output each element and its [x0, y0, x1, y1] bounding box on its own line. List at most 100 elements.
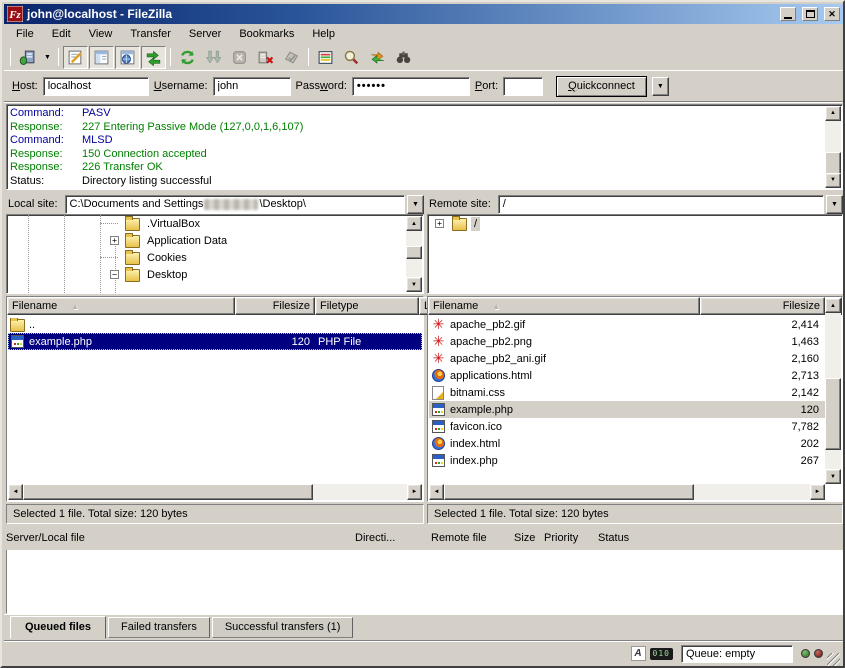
- find-files-button[interactable]: [391, 46, 416, 69]
- transfer-type-ascii-icon[interactable]: A: [631, 646, 646, 661]
- collapse-icon[interactable]: −: [110, 270, 119, 279]
- file-row[interactable]: applications.html 2,713: [429, 367, 825, 384]
- file-row[interactable]: index.php 267: [429, 452, 825, 469]
- synchronized-browsing-button[interactable]: [365, 46, 390, 69]
- remote-list-vscrollbar[interactable]: ▲ ▼: [825, 298, 841, 484]
- scroll-down-icon[interactable]: ▼: [825, 173, 841, 188]
- process-queue-button[interactable]: [201, 46, 226, 69]
- column-header-filename[interactable]: Filename▲: [428, 297, 700, 315]
- scroll-up-icon[interactable]: ▲: [406, 216, 422, 231]
- scroll-down-icon[interactable]: ▼: [406, 277, 422, 292]
- local-site-dropdown-button[interactable]: ▼: [407, 195, 424, 214]
- toolbar-separator: [10, 48, 11, 66]
- scroll-down-icon[interactable]: ▼: [825, 469, 841, 484]
- menu-transfer[interactable]: Transfer: [121, 25, 180, 43]
- column-header-size[interactable]: Size: [514, 532, 544, 550]
- file-row[interactable]: apache_pb2_ani.gif 2,160: [429, 350, 825, 367]
- tree-item-desktop[interactable]: − Desktop: [7, 266, 423, 283]
- scrollbar-thumb[interactable]: [406, 246, 422, 259]
- scroll-right-icon[interactable]: ►: [407, 484, 422, 500]
- toggle-message-log-button[interactable]: [63, 46, 88, 69]
- file-row[interactable]: apache_pb2.png 1,463: [429, 333, 825, 350]
- scroll-up-icon[interactable]: ▲: [825, 106, 841, 121]
- close-button[interactable]: ✕: [824, 7, 840, 21]
- tree-item-cookies[interactable]: Cookies: [7, 249, 423, 266]
- scroll-left-icon[interactable]: ◄: [429, 484, 444, 500]
- file-row[interactable]: apache_pb2.gif 2,414: [429, 316, 825, 333]
- queue-body[interactable]: [6, 550, 843, 614]
- scrollbar-thumb[interactable]: [23, 484, 313, 500]
- file-row-selected[interactable]: example.php 120 PHP File 1: [8, 333, 422, 350]
- column-header-status[interactable]: Status: [598, 532, 763, 550]
- scrollbar-thumb[interactable]: [825, 378, 841, 450]
- folder-icon: [125, 218, 140, 231]
- username-label: Username:: [154, 80, 208, 92]
- file-row[interactable]: index.html 202: [429, 435, 825, 452]
- log-line: Command:PASV: [10, 107, 841, 121]
- quickconnect-dropdown-button[interactable]: ▼: [652, 77, 669, 96]
- remote-site-dropdown-button[interactable]: ▼: [826, 195, 843, 214]
- sort-asc-icon: ▲: [71, 302, 79, 311]
- disconnect-button[interactable]: [253, 46, 278, 69]
- host-input[interactable]: [43, 77, 149, 96]
- column-header-filesize[interactable]: Filesize: [235, 297, 315, 315]
- directory-comparison-button[interactable]: [339, 46, 364, 69]
- port-input[interactable]: [503, 77, 543, 96]
- tab-failed-transfers[interactable]: Failed transfers: [108, 617, 210, 638]
- log-scrollbar[interactable]: ▲ ▼: [825, 106, 841, 188]
- expand-icon[interactable]: +: [435, 219, 444, 228]
- menu-view[interactable]: View: [80, 25, 122, 43]
- refresh-button[interactable]: [175, 46, 200, 69]
- cancel-operation-button[interactable]: [227, 46, 252, 69]
- tree-item-virtualbox[interactable]: .VirtualBox: [7, 215, 423, 232]
- column-header-filetype[interactable]: Filetype: [315, 297, 419, 315]
- menu-file[interactable]: File: [7, 25, 43, 43]
- file-row[interactable]: favicon.ico 7,782: [429, 418, 825, 435]
- remote-site-combo[interactable]: /: [498, 195, 824, 214]
- menu-server[interactable]: Server: [180, 25, 230, 43]
- transfer-type-binary-icon[interactable]: 010: [650, 648, 673, 660]
- local-directory-tree[interactable]: .VirtualBox + Application Data Cookies −…: [6, 214, 424, 294]
- column-header-priority[interactable]: Priority: [544, 532, 598, 550]
- column-header-filename[interactable]: Filename▲: [7, 297, 235, 315]
- column-header-filesize[interactable]: Filesize: [700, 297, 825, 315]
- toggle-remote-treeview-button[interactable]: [115, 46, 140, 69]
- menu-help[interactable]: Help: [303, 25, 344, 43]
- minimize-button[interactable]: [780, 7, 796, 21]
- scroll-up-icon[interactable]: ▲: [825, 298, 841, 313]
- tab-queued-files[interactable]: Queued files: [10, 616, 106, 639]
- expand-icon[interactable]: +: [110, 236, 119, 245]
- resize-grip[interactable]: [827, 653, 840, 666]
- quickconnect-button[interactable]: Quickconnect: [556, 76, 647, 97]
- abort-button[interactable]: [279, 46, 304, 69]
- local-list-hscrollbar[interactable]: ◄ ►: [8, 484, 422, 500]
- menu-edit[interactable]: Edit: [43, 25, 80, 43]
- maximize-button[interactable]: [802, 7, 818, 21]
- scroll-left-icon[interactable]: ◄: [8, 484, 23, 500]
- username-input[interactable]: [213, 77, 291, 96]
- remote-list-hscrollbar[interactable]: ◄ ►: [429, 484, 825, 500]
- menu-bookmarks[interactable]: Bookmarks: [230, 25, 303, 43]
- file-row[interactable]: bitnami.css 2,142: [429, 384, 825, 401]
- toggle-local-treeview-button[interactable]: [89, 46, 114, 69]
- scroll-right-icon[interactable]: ►: [810, 484, 825, 500]
- local-list-body: .. example.php 120 PHP File 1: [8, 316, 422, 484]
- local-tree-scrollbar[interactable]: ▲ ▼: [406, 216, 422, 292]
- tree-item-application-data[interactable]: + Application Data: [7, 232, 423, 249]
- remote-directory-tree[interactable]: + /: [427, 214, 843, 294]
- site-manager-button[interactable]: [15, 46, 40, 69]
- file-row-parent-dir[interactable]: ..: [8, 316, 422, 333]
- tree-item-root[interactable]: + /: [428, 215, 842, 232]
- password-input[interactable]: [352, 77, 470, 96]
- local-site-combo[interactable]: C:\Documents and Settings\Desktop\: [65, 195, 405, 214]
- toggle-transfer-queue-button[interactable]: [141, 46, 166, 69]
- tab-successful-transfers[interactable]: Successful transfers (1): [212, 617, 354, 638]
- scrollbar-thumb[interactable]: [444, 484, 694, 500]
- title-bar[interactable]: Fz john@localhost - FileZilla ✕: [4, 4, 843, 24]
- column-header-server-local-file[interactable]: Server/Local file: [6, 532, 355, 550]
- directory-listing-filters-button[interactable]: [313, 46, 338, 69]
- file-row-selected[interactable]: example.php 120: [429, 401, 825, 418]
- site-manager-dropdown-button[interactable]: ▼: [41, 46, 54, 69]
- column-header-remote-file[interactable]: Remote file: [431, 532, 514, 550]
- column-header-direction[interactable]: Directi...: [355, 532, 431, 550]
